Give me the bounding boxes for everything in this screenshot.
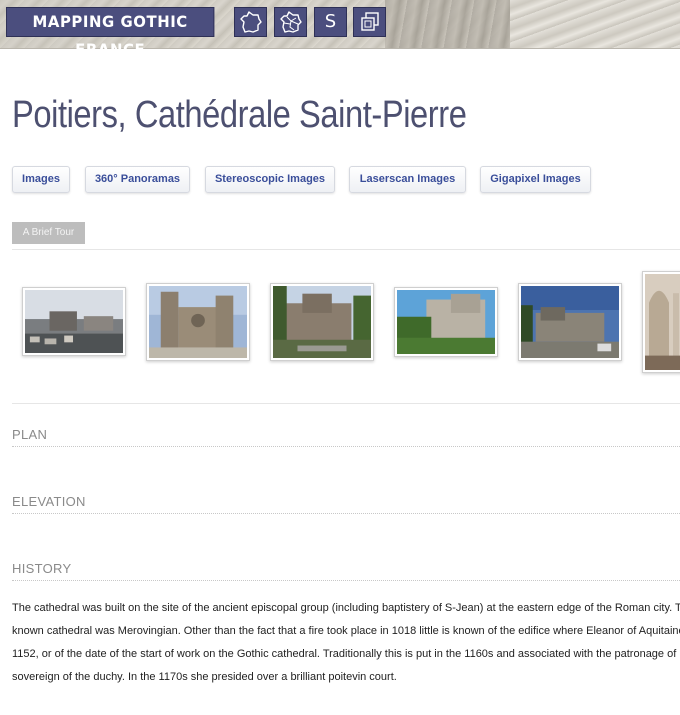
tab-stereoscopic-images[interactable]: Stereoscopic Images bbox=[205, 166, 335, 193]
tab-gigapixel-images[interactable]: Gigapixel Images bbox=[480, 166, 591, 193]
thumbnail-cathedral-city-view[interactable] bbox=[22, 287, 126, 356]
section-heading-history[interactable]: HISTORY bbox=[12, 561, 71, 576]
page-title: Poitiers, Cathédrale Saint-Pierre bbox=[12, 94, 467, 136]
section-heading-plan[interactable]: PLAN bbox=[12, 427, 47, 442]
history-line: The cathedral was built on the site of t… bbox=[12, 602, 680, 614]
gallery-divider bbox=[12, 403, 680, 404]
thumbnail-interior-nave[interactable] bbox=[642, 271, 680, 373]
s-letter-icon[interactable]: S bbox=[314, 7, 347, 37]
history-line: sovereign of the duchy. In the 1170s she… bbox=[12, 671, 397, 683]
compare-windows-icon[interactable] bbox=[353, 7, 386, 37]
tab-laserscan-images[interactable]: Laserscan Images bbox=[349, 166, 466, 193]
history-line: 1152, or of the date of the start of wor… bbox=[12, 648, 680, 660]
history-line: known cathedral was Merovingian. Other t… bbox=[12, 625, 680, 637]
section-heading-elevation[interactable]: ELEVATION bbox=[12, 494, 86, 509]
thumbnail-nave-exterior[interactable] bbox=[270, 283, 374, 361]
banner-stone-texture bbox=[385, 0, 510, 48]
tab-brief-tour[interactable]: A Brief Tour bbox=[12, 222, 85, 244]
regions-map-icon[interactable] bbox=[274, 7, 307, 37]
plan-divider bbox=[12, 446, 680, 447]
tab-divider bbox=[12, 249, 680, 250]
france-map-icon[interactable] bbox=[234, 7, 267, 37]
elevation-divider bbox=[12, 513, 680, 514]
banner-stone-texture-right bbox=[510, 0, 680, 48]
tab-360-panoramas[interactable]: 360° Panoramas bbox=[85, 166, 190, 193]
tab-images[interactable]: Images bbox=[12, 166, 70, 193]
thumbnail-west-facade[interactable] bbox=[146, 283, 250, 361]
s-letter-glyph: S bbox=[324, 11, 337, 32]
site-title-button[interactable]: MAPPING GOTHIC FRANCE bbox=[6, 7, 215, 59]
thumbnail-chevet-view[interactable] bbox=[394, 287, 498, 357]
thumbnail-south-side[interactable] bbox=[518, 283, 622, 361]
history-divider bbox=[12, 580, 680, 581]
history-paragraph: The cathedral was built on the site of t… bbox=[12, 597, 680, 689]
